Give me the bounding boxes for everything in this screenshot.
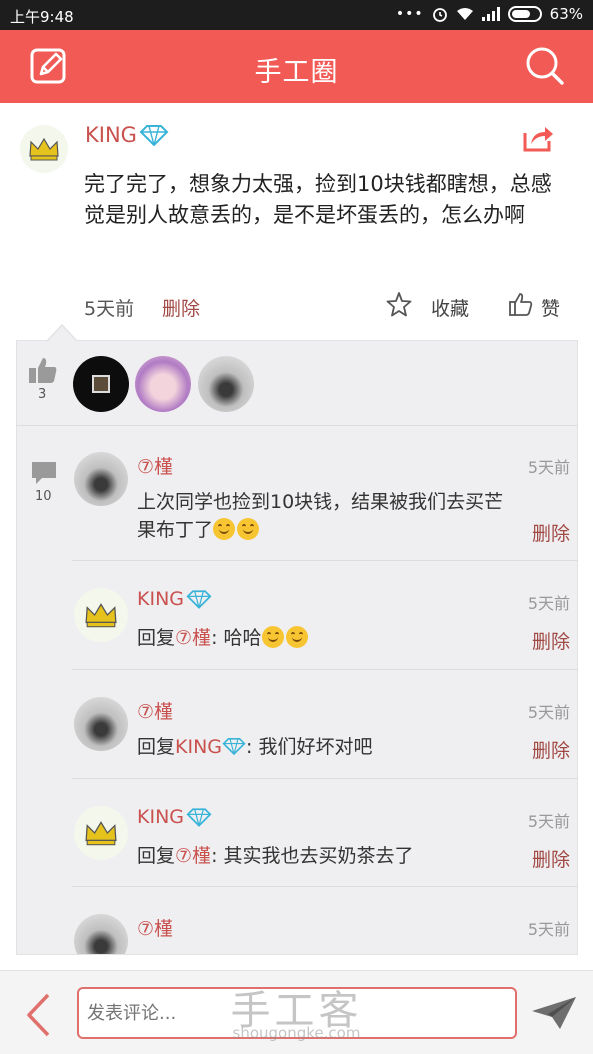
star-icon[interactable] [386,291,412,317]
delete-button[interactable]: 删除 [162,294,200,321]
avatar[interactable] [73,356,129,412]
page-title: 手工圈 [254,57,339,88]
comment-author[interactable]: KING [137,806,212,828]
avatar[interactable] [198,356,254,412]
search-icon[interactable] [525,46,565,86]
smile-emoji-icon [237,518,260,540]
thumbs-up-icon [29,358,57,383]
signal-icon [481,7,500,21]
wifi-icon [456,8,473,20]
crown-icon [29,137,59,161]
comment-time: 5天前 [527,594,570,613]
delete-button[interactable]: 删除 [532,845,570,872]
thumbs-up-icon[interactable] [508,291,534,317]
crown-icon [85,821,117,846]
battery-percent: 63% [549,5,583,23]
avatar[interactable] [74,914,128,954]
comment-time: 5天前 [527,920,570,939]
delete-button[interactable]: 删除 [532,736,570,763]
reply-target[interactable]: ⑦槿 [175,627,211,649]
comment-item: ⑦槿 5天前 上次同学也捡到10块钱，结果被我们去买芒果布丁了 删除 [72,452,578,552]
send-icon[interactable] [530,995,578,1031]
comment-item: KING 5天前 回复⑦槿: 哈哈 删除 [72,588,578,668]
comment-text: 上次同学也捡到10块钱，结果被我们去买芒果布丁了 [137,491,504,541]
comment-time: 5天前 [527,458,570,477]
likers-row: 3 [16,340,578,426]
post-time: 5天前 [84,298,135,320]
comment-text: 回复⑦槿: 其实我也去买奶茶去了 [137,845,414,867]
comment-author[interactable]: ⑦槿 [137,697,173,724]
comments-count: 10 [35,489,52,504]
comment-icon [32,462,56,484]
reply-target[interactable]: ⑦槿 [175,845,211,867]
app-header: 手工圈 [0,30,593,103]
comment-author[interactable]: KING [137,588,212,610]
back-chevron-icon[interactable] [24,993,52,1037]
battery-icon [507,6,542,22]
avatar[interactable] [74,588,128,642]
delete-button[interactable]: 删除 [532,519,570,546]
comment-author[interactable]: ⑦槿 [137,452,173,479]
crown-icon [85,603,117,628]
share-icon[interactable] [521,123,555,153]
smile-emoji-icon [213,518,236,540]
diamond-badge-icon [139,125,169,146]
reply-target[interactable]: KING [175,736,222,758]
like-button[interactable]: 赞 [541,294,560,321]
comment-time: 5天前 [527,812,570,831]
avatar[interactable] [74,452,128,506]
author-name: KING [85,123,137,147]
alarm-icon [432,8,447,22]
comment-bar [0,970,593,1054]
status-icons: ••• 63% [396,5,583,23]
diamond-badge-icon [186,590,212,609]
comment-input[interactable] [77,987,517,1039]
delete-button[interactable]: 删除 [532,627,570,654]
more-dots-icon: ••• [395,6,424,22]
divider [72,886,578,887]
main-post: KING 完了完了，想象力太强，捡到10块钱都瞎想，总感觉是别人故意丢的，是不是… [0,103,593,343]
comment-item: KING 5天前 回复⑦槿: 其实我也去买奶茶去了 删除 [72,806,578,886]
smile-emoji-icon [261,626,284,648]
status-time: 上午9:48 [10,8,74,26]
divider [72,560,578,561]
avatar[interactable] [74,697,128,751]
comment-item: ⑦槿 5天前 [72,914,578,954]
comment-text: 回复KING: 我们好坏对吧 [137,736,373,758]
diamond-badge-icon [186,808,212,827]
favorite-button[interactable]: 收藏 [431,294,469,321]
diamond-badge-icon [222,738,246,756]
likes-count: 3 [38,387,47,402]
smile-emoji-icon [285,626,308,648]
avatar[interactable] [74,806,128,860]
comment-time: 5天前 [527,703,570,722]
comment-author[interactable]: ⑦槿 [137,914,173,941]
post-author[interactable]: KING [85,123,169,147]
divider [72,669,578,670]
avatar[interactable] [135,356,191,412]
divider [72,778,578,779]
status-bar: 上午9:48 ••• 63% [0,0,593,30]
post-content: 完了完了，想象力太强，捡到10块钱都瞎想，总感觉是别人故意丢的，是不是坏蛋丢的，… [84,172,552,227]
comment-text: 回复⑦槿: 哈哈 [137,624,517,652]
comment-item: ⑦槿 5天前 回复KING: 我们好坏对吧 删除 [72,697,578,777]
avatar[interactable] [20,125,68,173]
